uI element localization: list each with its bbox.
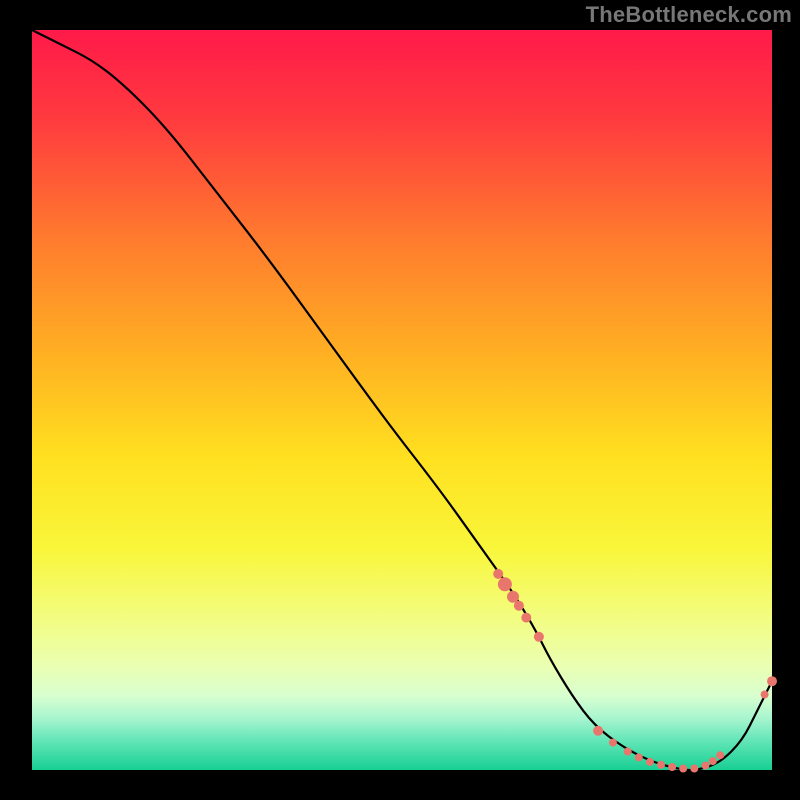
data-markers [493, 569, 777, 773]
data-marker [635, 753, 643, 761]
data-marker [493, 569, 503, 579]
data-marker [514, 601, 524, 611]
data-marker [593, 726, 603, 736]
data-marker [709, 757, 717, 765]
curve-layer [32, 30, 772, 770]
data-marker [701, 762, 709, 770]
data-marker [690, 765, 698, 773]
data-marker [761, 691, 769, 699]
data-marker [767, 676, 777, 686]
data-marker [521, 613, 531, 623]
data-marker [716, 751, 724, 759]
data-marker [646, 758, 654, 766]
attribution-text: TheBottleneck.com [586, 2, 792, 28]
plot-area [32, 30, 772, 770]
data-marker [498, 577, 512, 591]
data-marker [679, 765, 687, 773]
data-marker [609, 739, 617, 747]
data-marker [657, 761, 665, 769]
bottleneck-curve [32, 30, 772, 770]
data-marker [668, 763, 676, 771]
data-marker [624, 748, 632, 756]
data-marker [534, 632, 544, 642]
chart-container: TheBottleneck.com [0, 0, 800, 800]
